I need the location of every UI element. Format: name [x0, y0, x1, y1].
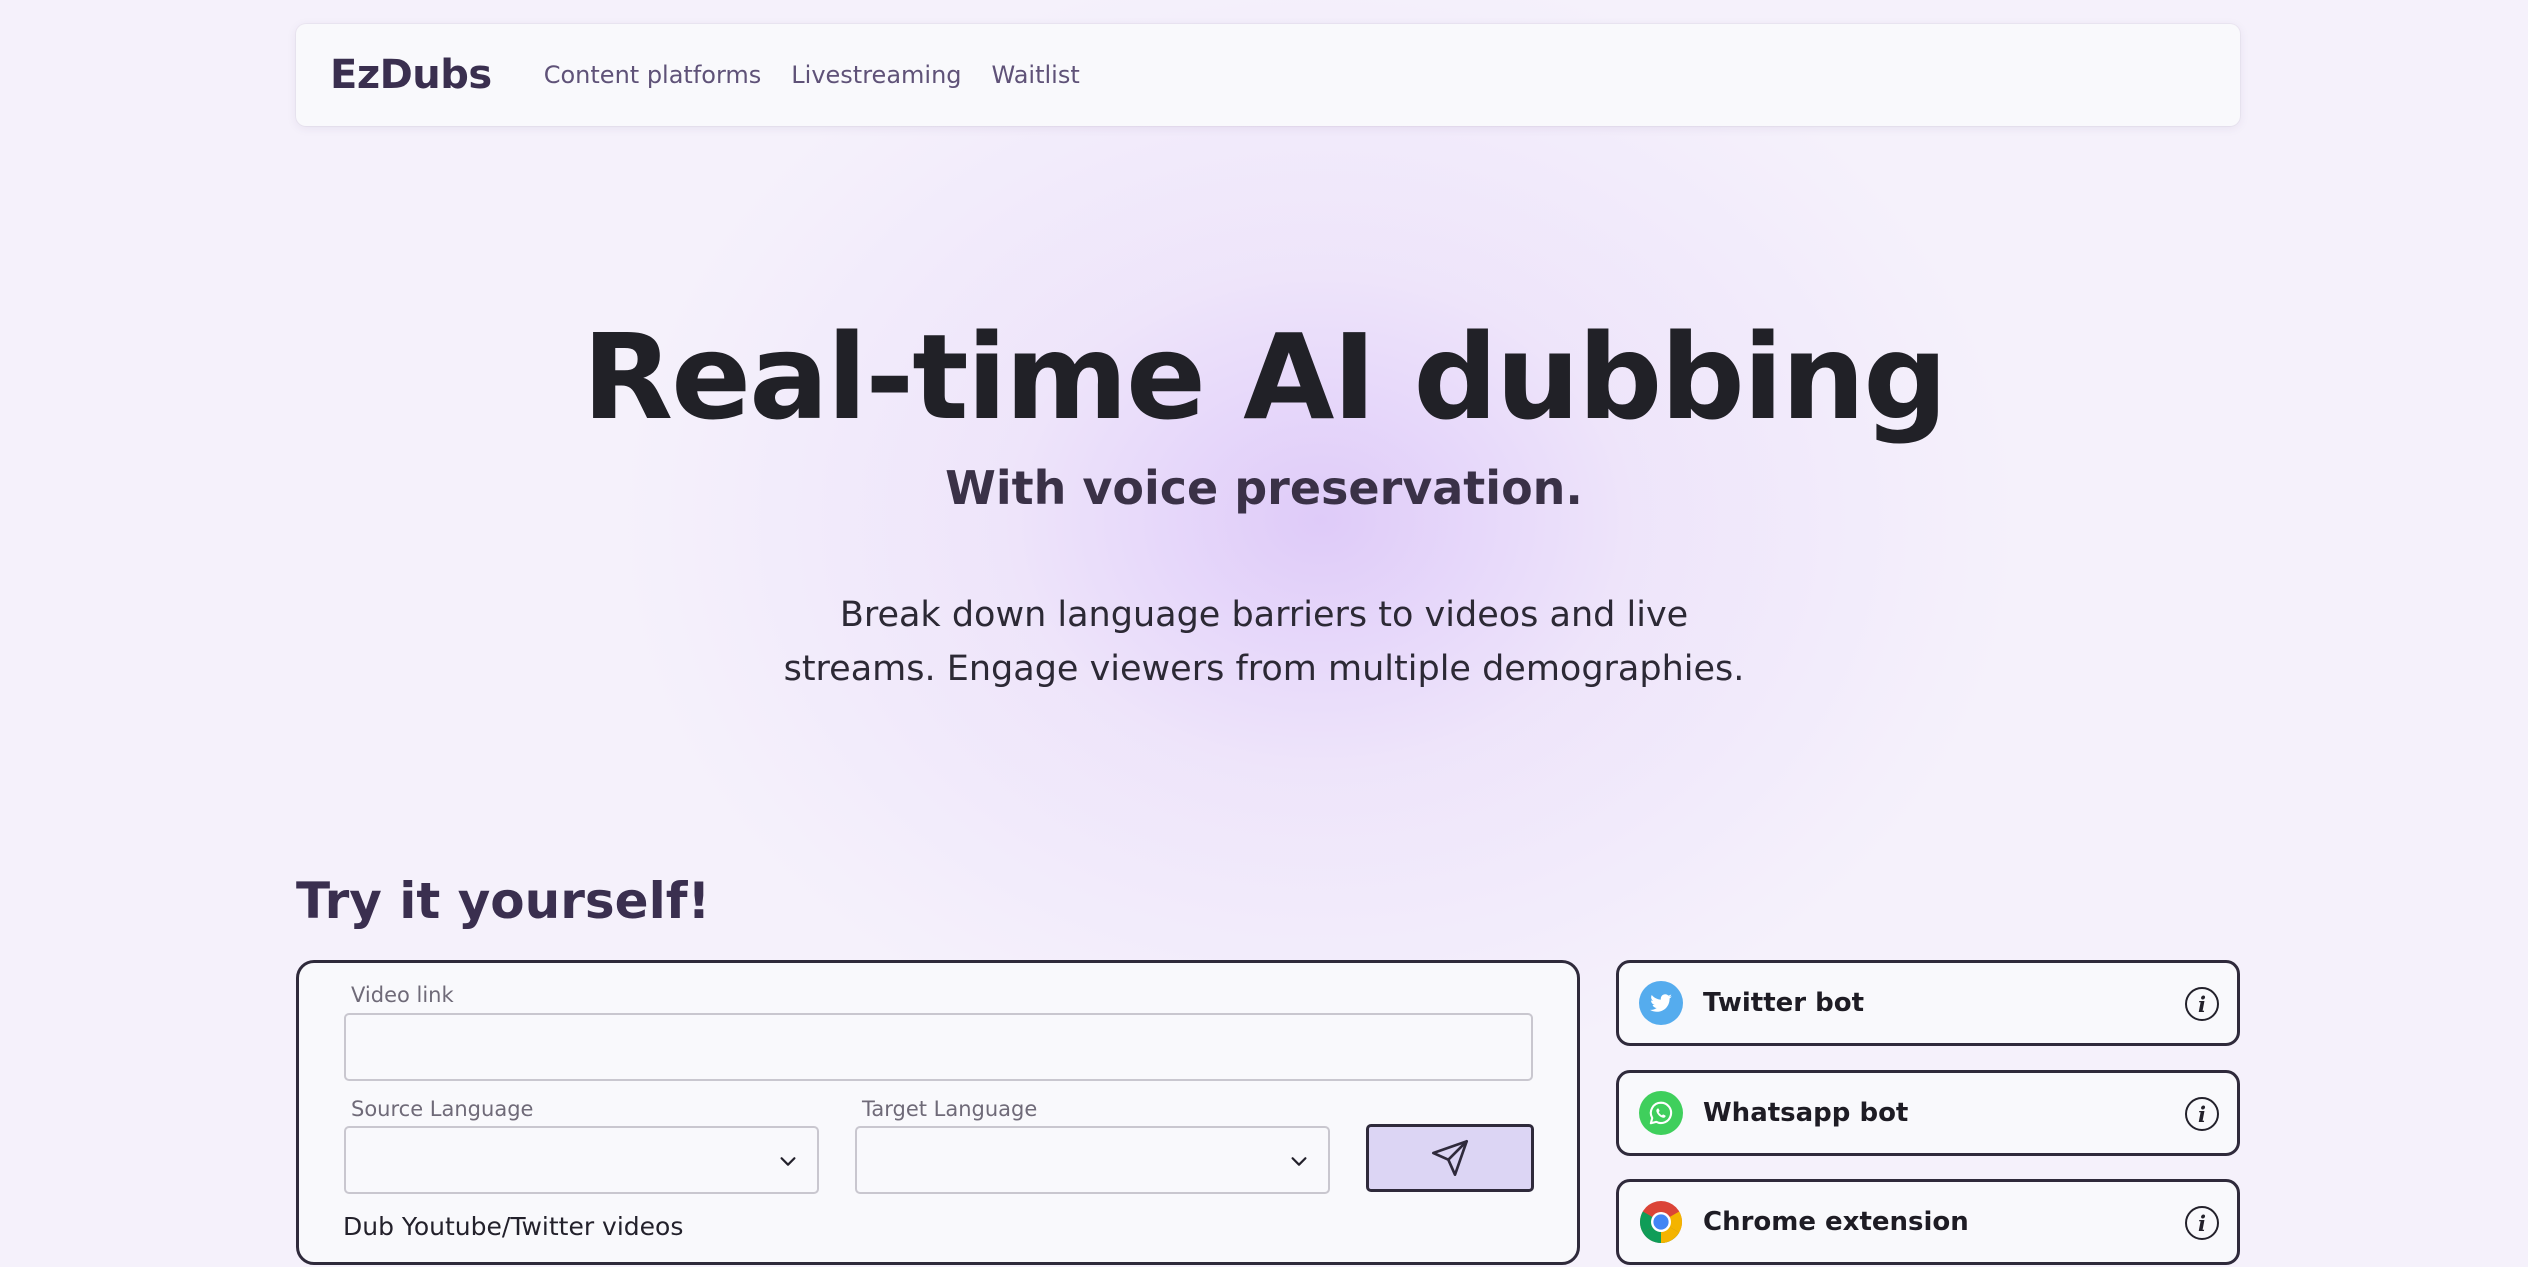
chevron-down-icon	[1291, 1157, 1307, 1166]
target-language-label: Target Language	[862, 1097, 1038, 1121]
try-it-yourself-heading: Try it yourself!	[296, 872, 711, 930]
dub-videos-caption: Dub Youtube/Twitter videos	[343, 1212, 684, 1241]
twitter-bot-label: Twitter bot	[1703, 988, 1865, 1018]
whatsapp-bot-label: Whatsapp bot	[1703, 1098, 1909, 1128]
target-language-select[interactable]	[855, 1126, 1330, 1194]
info-icon[interactable]: i	[2185, 1206, 2219, 1240]
chrome-icon	[1639, 1200, 1683, 1244]
whatsapp-icon	[1639, 1091, 1683, 1135]
hero-subtitle: With voice preservation.	[945, 461, 1583, 515]
dub-form-card: Video link Source Language Target Langua…	[296, 960, 1580, 1265]
info-icon[interactable]: i	[2185, 1097, 2219, 1131]
top-navbar: EzDubs Content platforms Livestreaming W…	[296, 24, 2240, 126]
chrome-extension-label: Chrome extension	[1703, 1207, 1969, 1237]
hero-description: Break down language barriers to videos a…	[783, 595, 1745, 689]
video-link-label: Video link	[351, 983, 454, 1007]
nav-link-livestreaming[interactable]: Livestreaming	[791, 61, 961, 89]
whatsapp-bot-card[interactable]: Whatsapp bot i	[1616, 1070, 2240, 1156]
source-language-select[interactable]	[344, 1126, 819, 1194]
video-link-input[interactable]	[344, 1013, 1533, 1081]
twitter-icon	[1639, 981, 1683, 1025]
ezdubs-logo[interactable]: EzDubs	[330, 52, 492, 98]
chrome-extension-card[interactable]: Chrome extension i	[1616, 1179, 2240, 1265]
send-icon	[1432, 1140, 1468, 1176]
info-icon[interactable]: i	[2185, 987, 2219, 1021]
source-language-label: Source Language	[351, 1097, 534, 1121]
chevron-down-icon	[780, 1157, 796, 1166]
send-button[interactable]	[1366, 1124, 1534, 1192]
hero-title: Real-time AI dubbing	[582, 308, 1948, 446]
twitter-bot-card[interactable]: Twitter bot i	[1616, 960, 2240, 1046]
nav-link-content-platforms[interactable]: Content platforms	[544, 61, 762, 89]
nav-link-waitlist[interactable]: Waitlist	[992, 61, 1080, 89]
